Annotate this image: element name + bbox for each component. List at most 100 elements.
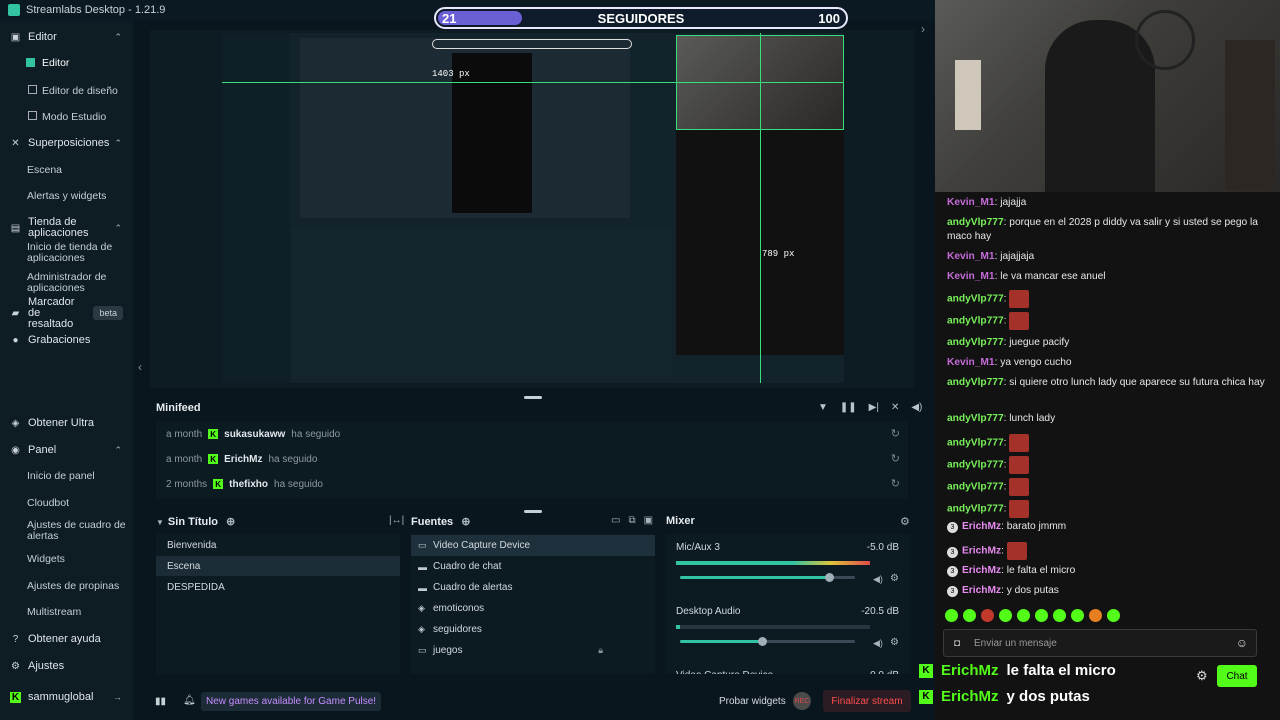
volume-slider[interactable] xyxy=(680,637,855,646)
chat-username[interactable]: andyVlp777 xyxy=(947,482,1004,493)
end-stream-button[interactable]: Finalizar stream xyxy=(823,690,911,712)
sidebar-item-design[interactable]: Editor de diseño xyxy=(28,85,132,97)
emote-icon[interactable] xyxy=(1017,609,1030,622)
emote-icon[interactable] xyxy=(1089,609,1102,622)
folder-icon[interactable]: ▭ xyxy=(611,515,620,526)
performance-icon[interactable]: ▮▮ xyxy=(155,696,166,707)
emote-icon[interactable] xyxy=(1035,609,1048,622)
mute-icon[interactable]: ◀) xyxy=(873,574,883,585)
sidebar-item-widgets[interactable]: Widgets xyxy=(27,554,131,565)
resize-handle[interactable] xyxy=(524,510,542,513)
emote-icon[interactable] xyxy=(945,609,958,622)
chat-send-button[interactable]: Chat xyxy=(1217,665,1257,687)
chat-username[interactable]: andyVlp777 xyxy=(947,504,1004,515)
chat-username[interactable]: ErichMz xyxy=(962,565,1001,576)
scene-item[interactable]: Escena xyxy=(156,556,400,576)
source-item[interactable]: ◈ emoticonos xyxy=(411,598,655,619)
volume-icon[interactable]: ◀) xyxy=(911,402,922,413)
sidebar-section-panel[interactable]: ◉ Panel ⌃ xyxy=(0,437,133,463)
repeat-alert-icon[interactable]: ↻ xyxy=(891,452,900,465)
sidebar-item-cloudbot[interactable]: Cloudbot xyxy=(27,498,131,509)
sidebar-item-multistream[interactable]: Multistream xyxy=(27,607,131,618)
duplicate-icon[interactable]: ⧉ xyxy=(628,515,635,526)
collapse-right-icon[interactable]: › xyxy=(921,22,925,36)
skip-icon[interactable]: ▶| xyxy=(869,402,879,413)
chat-username[interactable]: andyVlp777 xyxy=(947,337,1004,348)
source-settings-icon[interactable]: ▣ xyxy=(644,515,653,526)
sidebar-user[interactable]: Ksammuglobal → xyxy=(0,684,133,710)
sidebar-item-alertbox[interactable]: Ajustes de cuadro de alertas xyxy=(27,520,131,542)
collapse-sidebar-icon[interactable]: ‹ xyxy=(138,360,142,374)
source-item[interactable]: ▭ Video Capture Device xyxy=(411,535,655,556)
chat-username[interactable]: andyVlp777 xyxy=(947,438,1004,449)
volume-knob[interactable] xyxy=(824,573,834,582)
repeat-alert-icon[interactable]: ↻ xyxy=(891,427,900,440)
mute-icon[interactable]: ◀) xyxy=(873,638,883,649)
sidebar-item-tips[interactable]: Ajustes de propinas xyxy=(27,581,131,592)
sidebar-item-store-admin[interactable]: Administrador de aplicaciones xyxy=(27,272,131,294)
sidebar-section-store[interactable]: ▤ Tienda de aplicaciones ⌃ xyxy=(0,213,133,243)
bell-icon[interactable]: 🔔︎ xyxy=(183,695,196,706)
emote-icon[interactable] xyxy=(1071,609,1084,622)
sidebar-section-recordings[interactable]: ● Grabaciones xyxy=(0,327,133,353)
chat-username[interactable]: ErichMz xyxy=(962,585,1001,596)
resize-handle[interactable] xyxy=(524,396,542,399)
emote-icon[interactable] xyxy=(963,609,976,622)
pause-icon[interactable]: ❚❚ xyxy=(840,402,857,413)
sidebar-item-panel-home[interactable]: Inicio de panel xyxy=(27,471,131,482)
chat-username[interactable]: Kevin_M1 xyxy=(947,357,995,368)
repeat-alert-icon[interactable]: ↻ xyxy=(891,477,900,490)
chat-username[interactable]: andyVlp777 xyxy=(947,460,1004,471)
sidebar-section-overlays[interactable]: ✕ Superposiciones ⌃ xyxy=(0,130,133,156)
emote-icon[interactable] xyxy=(1107,609,1120,622)
mute-alerts-icon[interactable]: ✕ xyxy=(891,402,899,413)
chevron-down-icon[interactable]: ▼ xyxy=(156,518,164,527)
chat-username[interactable]: ErichMz xyxy=(962,521,1001,532)
source-item[interactable]: ◈ seguidores xyxy=(411,619,655,640)
mixer-settings-icon[interactable]: ⚙ xyxy=(900,515,910,528)
source-item[interactable]: ▬ Cuadro de alertas xyxy=(411,577,655,598)
sidebar-item-editor[interactable]: Editor xyxy=(26,58,132,69)
source-item[interactable]: ▭ juegos 🔒︎ xyxy=(411,640,655,661)
sidebar-item-scene[interactable]: Escena xyxy=(27,165,131,176)
sidebar-ultra[interactable]: ◈ Obtener Ultra xyxy=(0,410,133,436)
lock-icon[interactable]: 🔒︎ xyxy=(598,645,603,656)
chat-username[interactable]: andyVlp777 xyxy=(947,294,1004,305)
chat-username[interactable]: Kevin_M1 xyxy=(947,271,995,282)
chat-username[interactable]: andyVlp777 xyxy=(947,413,1004,424)
emoji-icon[interactable]: ☺ xyxy=(1236,636,1248,650)
sidebar-item-alerts[interactable]: Alertas y widgets xyxy=(27,191,131,202)
rec-button[interactable]: REC xyxy=(793,692,811,710)
source-item[interactable]: ▬ Cuadro de chat xyxy=(411,556,655,577)
sidebar-settings[interactable]: ⚙ Ajustes xyxy=(0,653,133,679)
chat-message-input[interactable]: ◘ Enviar un mensaje ☺ xyxy=(943,629,1257,657)
sidebar-help[interactable]: ? Obtener ayuda xyxy=(0,626,133,652)
scene-item[interactable]: Bienvenida xyxy=(156,535,400,555)
volume-knob[interactable] xyxy=(758,637,768,646)
test-widgets-button[interactable]: Probar widgets xyxy=(719,696,786,707)
volume-slider[interactable] xyxy=(680,573,855,582)
add-scene-icon[interactable]: ⊕ xyxy=(226,516,235,528)
channel-settings-icon[interactable]: ⚙ xyxy=(890,573,899,584)
scene-transitions-icon[interactable]: |↔| xyxy=(389,515,404,526)
sidebar-section-editor[interactable]: ▣ Editor ⌃ xyxy=(0,24,133,50)
chat-mode-icon[interactable]: ◘ xyxy=(954,638,960,649)
emote-icon[interactable] xyxy=(1053,609,1066,622)
filter-icon[interactable]: ▼ xyxy=(818,402,828,413)
add-source-icon[interactable]: ⊕ xyxy=(461,516,470,528)
chat-username[interactable]: andyVlp777 xyxy=(947,217,1004,228)
chat-username[interactable]: ErichMz xyxy=(962,546,1001,557)
chat-username[interactable]: Kevin_M1 xyxy=(947,197,995,208)
sidebar-item-store-home[interactable]: Inicio de tienda de aplicaciones xyxy=(27,242,131,264)
sidebar-item-studio[interactable]: Modo Estudio xyxy=(28,111,132,123)
chat-settings-icon[interactable]: ⚙ xyxy=(1196,668,1208,684)
emote-icon[interactable] xyxy=(981,609,994,622)
chat-username[interactable]: Kevin_M1 xyxy=(947,251,995,262)
scene-item[interactable]: DESPEDIDA xyxy=(156,577,400,597)
chat-username[interactable]: andyVlp777 xyxy=(947,316,1004,327)
emote-icon[interactable] xyxy=(999,609,1012,622)
game-pulse-notice[interactable]: New games available for Game Pulse! xyxy=(201,692,382,711)
channel-settings-icon[interactable]: ⚙ xyxy=(890,637,899,648)
chat-username[interactable]: andyVlp777 xyxy=(947,377,1004,388)
sidebar-section-highlighter[interactable]: ▰ Marcador de resaltado beta xyxy=(0,296,133,329)
